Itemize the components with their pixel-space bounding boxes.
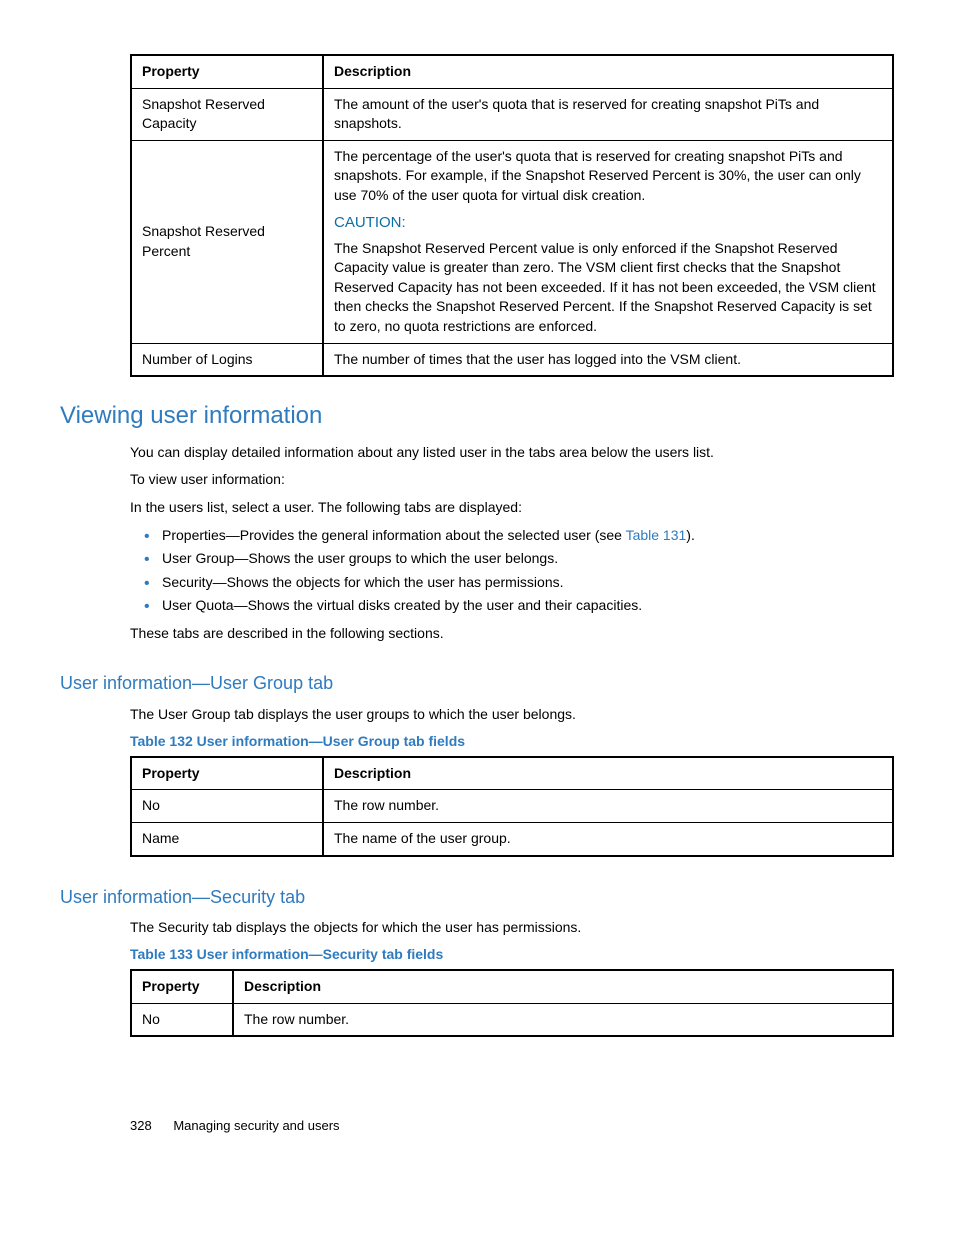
- body-paragraph: You can display detailed information abo…: [130, 443, 894, 463]
- table-header-property: Property: [131, 757, 323, 790]
- list-item-text: ).: [686, 527, 695, 543]
- page-number: 328: [130, 1118, 152, 1133]
- cell-description: The row number.: [323, 790, 893, 823]
- section-heading-viewing-user-information: Viewing user information: [60, 399, 894, 433]
- list-item: User Quota—Shows the virtual disks creat…: [144, 596, 894, 616]
- body-paragraph: To view user information:: [130, 470, 894, 490]
- link-table-131[interactable]: Table 131: [626, 527, 687, 543]
- cell-property: No: [131, 790, 323, 823]
- table-header-description: Description: [323, 757, 893, 790]
- table-properties-continued: Property Description Snapshot Reserved C…: [130, 54, 894, 377]
- table-row: Snapshot Reserved Capacity The amount of…: [131, 88, 893, 140]
- table-caption-133: Table 133 User information—Security tab …: [130, 945, 894, 965]
- table-row: Snapshot Reserved Percent The percentage…: [131, 140, 893, 343]
- body-paragraph: In the users list, select a user. The fo…: [130, 498, 894, 518]
- cell-description: The amount of the user's quota that is r…: [323, 88, 893, 140]
- subsection-heading-security-tab: User information—Security tab: [60, 885, 894, 910]
- cell-property: Name: [131, 823, 323, 856]
- table-row: Name The name of the user group.: [131, 823, 893, 856]
- table-caption-132: Table 132 User information—User Group ta…: [130, 732, 894, 752]
- list-item: User Group—Shows the user groups to whic…: [144, 549, 894, 569]
- cell-description: The row number.: [233, 1003, 893, 1036]
- table-header-property: Property: [131, 55, 323, 88]
- cell-property: Number of Logins: [131, 343, 323, 376]
- cell-property: Snapshot Reserved Percent: [131, 140, 323, 343]
- table-row: No The row number.: [131, 790, 893, 823]
- cell-property: Snapshot Reserved Capacity: [131, 88, 323, 140]
- list-item-text: Properties—Provides the general informat…: [162, 527, 626, 543]
- table-132: Property Description No The row number. …: [130, 756, 894, 857]
- cell-description: The percentage of the user's quota that …: [323, 140, 893, 343]
- table-header-description: Description: [323, 55, 893, 88]
- page-footer: 328 Managing security and users: [60, 1117, 894, 1135]
- chapter-title: Managing security and users: [173, 1118, 339, 1133]
- cell-paragraph: The Snapshot Reserved Percent value is o…: [334, 239, 882, 337]
- table-header-description: Description: [233, 970, 893, 1003]
- bullet-list: Properties—Provides the general informat…: [144, 526, 894, 616]
- cell-description: The number of times that the user has lo…: [323, 343, 893, 376]
- cell-description: The name of the user group.: [323, 823, 893, 856]
- cell-paragraph: The percentage of the user's quota that …: [334, 147, 882, 206]
- table-header-property: Property: [131, 970, 233, 1003]
- body-paragraph: The Security tab displays the objects fo…: [130, 918, 894, 938]
- cell-property: No: [131, 1003, 233, 1036]
- table-row: No The row number.: [131, 1003, 893, 1036]
- list-item: Security—Shows the objects for which the…: [144, 573, 894, 593]
- body-paragraph: These tabs are described in the followin…: [130, 624, 894, 644]
- list-item: Properties—Provides the general informat…: [144, 526, 894, 546]
- caution-label: CAUTION:: [334, 212, 882, 233]
- body-paragraph: The User Group tab displays the user gro…: [130, 705, 894, 725]
- subsection-heading-user-group-tab: User information—User Group tab: [60, 671, 894, 696]
- table-133: Property Description No The row number.: [130, 969, 894, 1037]
- table-row: Number of Logins The number of times tha…: [131, 343, 893, 376]
